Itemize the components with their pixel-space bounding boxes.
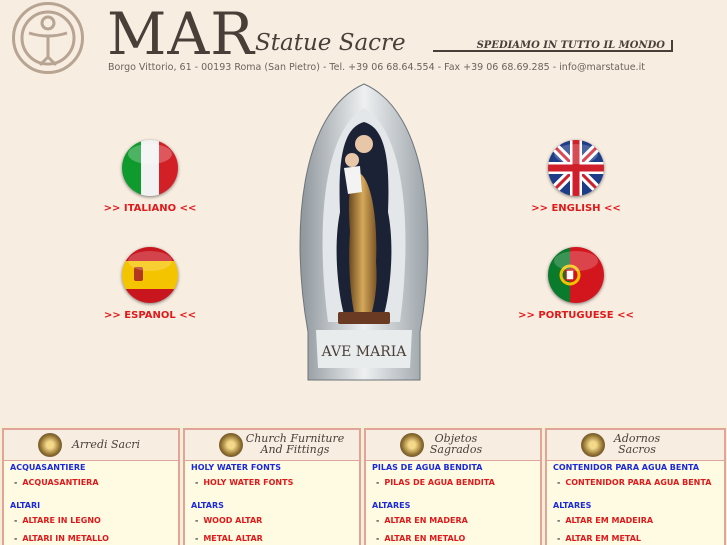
column-header: Church Furniture And Fittings [185, 430, 359, 461]
column-title: Objetos Sagrados [426, 433, 486, 455]
medallion-icon [219, 433, 243, 457]
lang-link-english[interactable]: >> ENGLISH << [522, 203, 630, 214]
section-link[interactable]: ALTARES [372, 501, 540, 510]
flag-portugal-button[interactable] [548, 247, 604, 303]
lang-link-italiano[interactable]: >> ITALIANO << [96, 203, 204, 214]
column-header: Objetos Sagrados [366, 430, 540, 461]
lang-link-espanol[interactable]: >> ESPANOL << [96, 310, 204, 321]
medallion-icon [581, 433, 605, 457]
catalog-column-portuguese: Adornos Sacros CONTENIDOR PARA AGUA BENT… [545, 428, 726, 545]
lang-link-portuguese[interactable]: >> PORTUGUESE << [508, 310, 644, 321]
contact-address: Borgo Vittorio, 61 - 00193 Roma (San Pie… [108, 62, 645, 73]
item-label: ALTAR EN MADERA [384, 516, 468, 525]
section-link[interactable]: PILAS DE AGUA BENDITA [372, 463, 540, 472]
item-link[interactable]: - ALTAR EN METALO [376, 534, 540, 543]
column-header: Arredi Sacri [4, 430, 178, 461]
brand-subtitle: Statue Sacre [255, 30, 406, 56]
spain-flag-icon [122, 247, 178, 303]
flag-uk-button[interactable] [548, 140, 604, 196]
section-link[interactable]: ALTARI [10, 501, 178, 510]
item-label: METAL ALTAR [203, 534, 263, 543]
catalog-column-italian: Arredi Sacri ACQUASANTIERE - ACQUASANTIER… [2, 428, 180, 545]
italy-flag-icon [122, 140, 178, 196]
section-link[interactable]: ALTARS [191, 501, 359, 510]
statue-caption: AVE MARIA [321, 344, 408, 360]
item-link[interactable]: - ALTAR EM METAL [557, 534, 724, 543]
item-label: PILAS DE AGUA BENDITA [384, 478, 495, 487]
item-label: ACQUASANTIERA [22, 478, 99, 487]
item-label: ALTAR EN METALO [384, 534, 466, 543]
shipping-banner: SPEDIAMO IN TUTTO IL MONDO [433, 40, 673, 52]
item-link[interactable]: - ALTARE IN LEGNO [14, 516, 178, 525]
column-title: Church Furniture And Fittings [245, 433, 345, 455]
flag-italy-button[interactable] [122, 140, 178, 196]
brand-logo [12, 2, 84, 74]
item-link[interactable]: - METAL ALTAR [195, 534, 359, 543]
column-title: Adornos Sacros [607, 433, 667, 455]
item-label: HOLY WATER FONTS [203, 478, 294, 487]
madonna-statue-icon: AVE MARIA [299, 83, 429, 381]
item-link[interactable]: - CONTENIDOR PARA AGUA BENTA [557, 478, 724, 487]
item-link[interactable]: - ACQUASANTIERA [14, 478, 178, 487]
section-link[interactable]: CONTENIDOR PARA AGUA BENTA [553, 463, 724, 472]
section-link[interactable]: ACQUASANTIERE [10, 463, 178, 472]
item-label: ALTAR EM MADEIRA [565, 516, 654, 525]
item-link[interactable]: - ALTAR EN MADERA [376, 516, 540, 525]
item-link[interactable]: - ALTAR EM MADEIRA [557, 516, 724, 525]
column-title: Arredi Sacri [71, 438, 141, 451]
item-link[interactable]: - ALTARI IN METALLO [14, 534, 178, 543]
flag-spain-button[interactable] [122, 247, 178, 303]
portugal-flag-icon [548, 247, 604, 303]
item-label: WOOD ALTAR [203, 516, 263, 525]
column-header: Adornos Sacros [547, 430, 724, 461]
column-title-line: Sagrados [429, 443, 483, 456]
item-label: ALTAR EM METAL [565, 534, 642, 543]
medallion-icon [400, 433, 424, 457]
brand-name: MAR [107, 0, 255, 68]
section-link[interactable]: ALTARES [553, 501, 724, 510]
catalog-column-english: Church Furniture And Fittings HOLY WATER… [183, 428, 361, 545]
medallion-icon [38, 433, 62, 457]
item-label: ALTARE IN LEGNO [22, 516, 101, 525]
uk-flag-icon [548, 140, 604, 196]
item-link[interactable]: - PILAS DE AGUA BENDITA [376, 478, 540, 487]
item-label: CONTENIDOR PARA AGUA BENTA [565, 478, 712, 487]
logo-figure-icon [20, 10, 76, 67]
item-link[interactable]: - HOLY WATER FONTS [195, 478, 359, 487]
column-title-line: And Fittings [260, 443, 330, 456]
item-label: ALTARI IN METALLO [22, 534, 109, 543]
section-link[interactable]: HOLY WATER FONTS [191, 463, 359, 472]
catalog-column-spanish: Objetos Sagrados PILAS DE AGUA BENDITA -… [364, 428, 542, 545]
statue-image: AVE MARIA [288, 82, 440, 382]
item-link[interactable]: - WOOD ALTAR [195, 516, 359, 525]
column-title-line: Sacros [618, 443, 656, 456]
